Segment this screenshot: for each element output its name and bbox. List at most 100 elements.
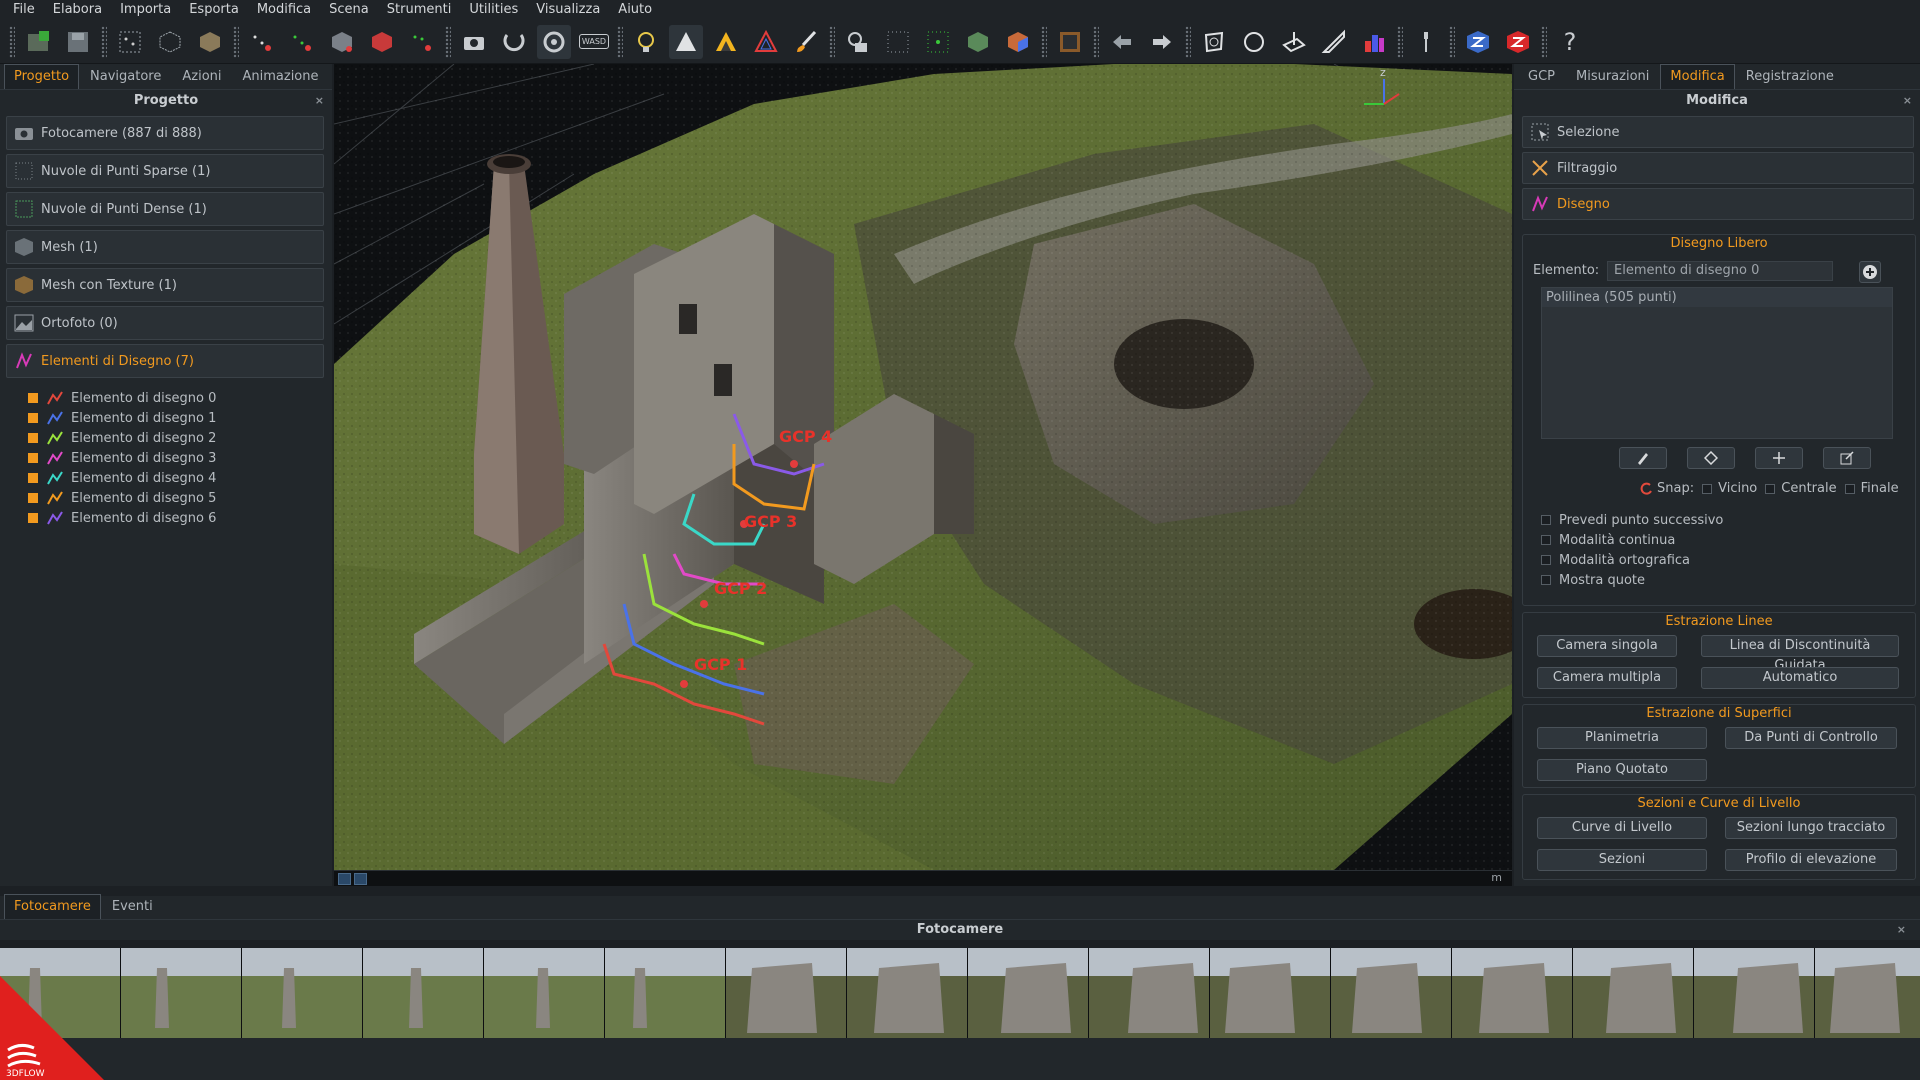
camera-thumbnail[interactable] <box>242 948 363 1038</box>
quoted-plane-button[interactable]: Piano Quotato <box>1537 759 1707 781</box>
category-textured-mesh[interactable]: Mesh con Texture (1) <box>6 268 324 302</box>
sections-button[interactable]: Sezioni <box>1537 849 1707 871</box>
from-control-points-button[interactable]: Da Punti di Controllo <box>1725 727 1897 749</box>
points-green-icon[interactable] <box>405 25 439 59</box>
category-mesh[interactable]: Mesh (1) <box>6 230 324 264</box>
camera-icon[interactable] <box>457 25 491 59</box>
cube-color-icon[interactable] <box>1001 25 1035 59</box>
wrench-icon[interactable] <box>1409 25 1443 59</box>
visibility-checkbox[interactable] <box>28 513 38 523</box>
planimetry-button[interactable]: Planimetria <box>1537 727 1707 749</box>
orbit-icon[interactable] <box>537 24 571 59</box>
chart-icon[interactable] <box>1357 25 1391 59</box>
visibility-checkbox[interactable] <box>28 393 38 403</box>
add-element-button[interactable] <box>1859 261 1881 283</box>
points-select-icon[interactable] <box>245 25 279 59</box>
dense-cloud-icon[interactable] <box>153 25 187 59</box>
category-dense-clouds[interactable]: Nuvole di Punti Dense (1) <box>6 192 324 226</box>
snap-finale-checkbox[interactable] <box>1844 483 1855 494</box>
camera-gear-icon[interactable] <box>841 25 875 59</box>
tab-azioni[interactable]: Azioni <box>172 64 231 89</box>
show-elevations-checkbox[interactable]: Mostra quote <box>1541 571 1645 589</box>
tab-animazione[interactable]: Animazione <box>233 64 329 89</box>
snap-centrale-checkbox[interactable] <box>1765 483 1776 494</box>
predict-next-point-checkbox[interactable]: Prevedi punto successivo <box>1541 511 1723 529</box>
camera-thumbnail[interactable] <box>968 948 1089 1038</box>
close-icon[interactable]: × <box>315 90 324 112</box>
wasd-icon[interactable]: WASD <box>577 25 611 59</box>
camera-thumbnail[interactable] <box>605 948 726 1038</box>
list-item[interactable]: Polilinea (505 punti) <box>1542 288 1892 307</box>
visibility-checkbox[interactable] <box>28 493 38 503</box>
triangle-outline-icon[interactable] <box>749 25 783 59</box>
zephyr-cube-icon[interactable] <box>1461 25 1495 59</box>
visibility-checkbox[interactable] <box>28 413 38 423</box>
lightbulb-icon[interactable] <box>629 25 663 59</box>
view-mode-icon[interactable] <box>338 873 351 885</box>
section-filtraggio[interactable]: Filtraggio <box>1522 152 1914 184</box>
list-item[interactable]: Elemento di disegno 2 <box>6 428 324 448</box>
guided-discontinuity-button[interactable]: Linea di Discontinuità Guidata <box>1701 635 1899 673</box>
textured-mesh-icon[interactable] <box>193 25 227 59</box>
menu-visualizza[interactable]: Visualizza <box>527 0 609 20</box>
contour-lines-button[interactable]: Curve di Livello <box>1537 817 1707 839</box>
menu-importa[interactable]: Importa <box>111 0 180 20</box>
texture-red-icon[interactable] <box>365 25 399 59</box>
camera-thumbnail[interactable] <box>363 948 484 1038</box>
menu-utilities[interactable]: Utilities <box>460 0 527 20</box>
menu-modifica[interactable]: Modifica <box>248 0 320 20</box>
tab-fotocamere[interactable]: Fotocamere <box>4 894 101 919</box>
draw-button[interactable] <box>1619 447 1667 469</box>
tab-registrazione[interactable]: Registrazione <box>1736 64 1844 89</box>
tab-progetto[interactable]: Progetto <box>4 64 80 89</box>
ruler-icon[interactable] <box>1317 25 1351 59</box>
3d-viewport[interactable]: GCP 4 GCP 3 GCP 2 GCP 1 z <box>334 64 1512 870</box>
orthographic-mode-checkbox[interactable]: Modalità ortografica <box>1541 551 1690 569</box>
camera-thumbnail[interactable] <box>1815 948 1920 1038</box>
tab-modifica[interactable]: Modifica <box>1660 64 1735 89</box>
menu-esporta[interactable]: Esporta <box>180 0 248 20</box>
circle-select-icon[interactable] <box>1237 25 1271 59</box>
triangle-color-icon[interactable] <box>709 25 743 59</box>
camera-thumbnail[interactable] <box>1331 948 1452 1038</box>
camera-thumbnail[interactable] <box>1089 948 1210 1038</box>
section-disegno[interactable]: Disegno <box>1522 188 1914 220</box>
category-sparse-clouds[interactable]: Nuvole di Punti Sparse (1) <box>6 154 324 188</box>
dots-green-icon[interactable] <box>921 25 955 59</box>
camera-thumbnail[interactable] <box>1452 948 1573 1038</box>
list-item[interactable]: Elemento di disegno 1 <box>6 408 324 428</box>
move-button[interactable] <box>1755 447 1803 469</box>
category-fotocamere[interactable]: Fotocamere (887 di 888) <box>6 116 324 150</box>
lasso-icon[interactable] <box>1197 25 1231 59</box>
brush-icon[interactable] <box>789 25 823 59</box>
multi-camera-button[interactable]: Camera multipla <box>1537 667 1677 689</box>
close-icon[interactable]: × <box>1897 920 1906 940</box>
points-deselect-icon[interactable] <box>285 25 319 59</box>
tab-gcp[interactable]: GCP <box>1518 64 1565 89</box>
section-selezione[interactable]: Selezione <box>1522 116 1914 148</box>
menu-file[interactable]: File <box>4 0 44 20</box>
dots-icon[interactable] <box>881 25 915 59</box>
camera-thumbnail[interactable] <box>847 948 968 1038</box>
menu-scena[interactable]: Scena <box>320 0 378 20</box>
rotate-icon[interactable] <box>497 25 531 59</box>
triangle-icon[interactable] <box>669 24 703 59</box>
element-select[interactable]: Elemento di disegno 0 <box>1607 261 1833 281</box>
new-project-icon[interactable] <box>21 25 55 59</box>
category-drawing-elements[interactable]: Elementi di Disegno (7) <box>6 344 324 378</box>
tab-misurazioni[interactable]: Misurazioni <box>1566 64 1659 89</box>
visibility-checkbox[interactable] <box>28 433 38 443</box>
continuous-mode-checkbox[interactable]: Modalità continua <box>1541 531 1675 549</box>
camera-thumbnail[interactable] <box>1210 948 1331 1038</box>
list-item[interactable]: Elemento di disegno 3 <box>6 448 324 468</box>
menu-elabora[interactable]: Elabora <box>44 0 111 20</box>
list-item[interactable]: Elemento di disegno 5 <box>6 488 324 508</box>
plane-icon[interactable] <box>1277 25 1311 59</box>
elevation-profile-button[interactable]: Profilo di elevazione <box>1725 849 1897 871</box>
visibility-checkbox[interactable] <box>28 473 38 483</box>
menu-strumenti[interactable]: Strumenti <box>378 0 461 20</box>
undo-icon[interactable] <box>1105 25 1139 59</box>
camera-thumbnail[interactable] <box>726 948 847 1038</box>
category-ortofoto[interactable]: Ortofoto (0) <box>6 306 324 340</box>
camera-thumbnail[interactable] <box>484 948 605 1038</box>
